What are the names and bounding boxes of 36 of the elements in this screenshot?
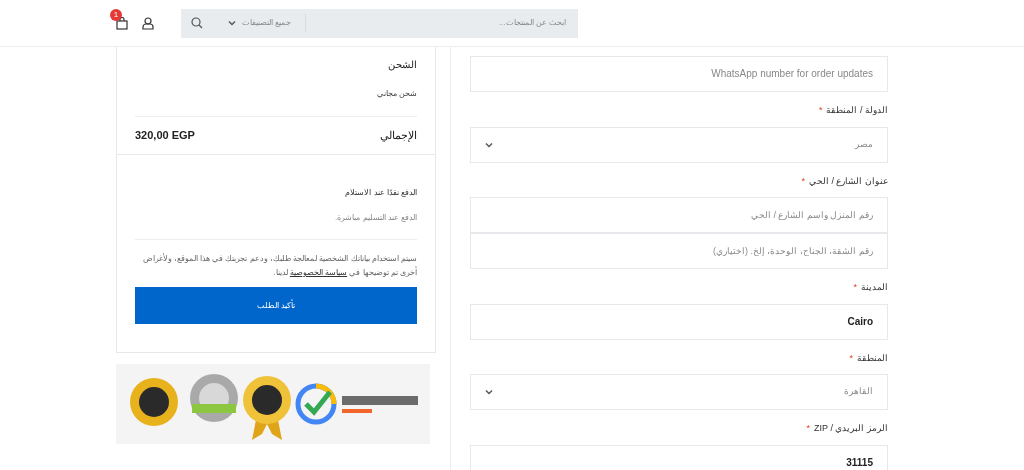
required-mark: * bbox=[806, 422, 810, 435]
select-field[interactable]: القاهرة bbox=[470, 374, 888, 410]
required-mark: * bbox=[818, 104, 823, 117]
place-order-button[interactable]: تأكيد الطلب bbox=[135, 287, 417, 324]
field-label: عنوان الشارع / الحي bbox=[809, 174, 888, 188]
search-icon[interactable] bbox=[191, 17, 203, 29]
user-icon[interactable] bbox=[142, 16, 154, 30]
chevron-down-icon bbox=[485, 141, 493, 148]
privacy-policy-link[interactable]: سياسة الخصوصية bbox=[289, 268, 348, 277]
chevron-down-icon bbox=[485, 389, 493, 395]
required-mark: * bbox=[853, 281, 857, 294]
cart-count-badge: 1 bbox=[110, 9, 122, 21]
search-placeholder: ابحث عن المنتجات... bbox=[498, 17, 566, 29]
required-mark: * bbox=[849, 351, 853, 365]
chevron-down-icon bbox=[228, 20, 236, 26]
field-label: الرمز البريدي / ZIP bbox=[813, 422, 888, 435]
field-label: المنطقة bbox=[857, 351, 888, 365]
field-label: الدولة / المنطقة bbox=[826, 104, 888, 117]
required-mark: * bbox=[801, 174, 805, 188]
total-label: الإجمالي bbox=[380, 128, 417, 144]
input-field[interactable]: رقم الشقة، الجناح، الوحدة، إلخ. (اختياري) bbox=[470, 233, 888, 269]
shipping-title: الشحن bbox=[387, 58, 417, 72]
input-field[interactable]: 31115 bbox=[470, 444, 888, 470]
input-field[interactable]: WhatsApp number for order updates bbox=[470, 56, 888, 92]
search-bar[interactable]: جميع التصنيفات ابحث عن المنتجات... bbox=[181, 8, 578, 38]
field-label: المدينة bbox=[861, 281, 888, 294]
category-dropdown[interactable]: جميع التصنيفات bbox=[228, 14, 307, 32]
payment-method: الدفع نقدًا عند الاستلام bbox=[344, 187, 417, 199]
input-field[interactable]: Cairo bbox=[470, 303, 888, 340]
shipping-value: شحن مجاني bbox=[375, 88, 417, 100]
select-field[interactable]: مصر bbox=[470, 126, 888, 163]
shopping-bag-icon[interactable] bbox=[116, 17, 128, 30]
payment-description: الدفع عند التسليم مباشرة. bbox=[135, 212, 417, 240]
total-value: 320,00 EGP bbox=[135, 128, 195, 144]
privacy-notice: سيتم استخدام بياناتك الشخصية لمعالجة طلبك، ودعم تجربتك في هذا الموقع، ولأغراض أخرى تم توضيحها في سياسة الخصوصية لدينا. bbox=[141, 252, 417, 279]
input-field[interactable]: رقم المنزل واسم الشارع / الحي bbox=[470, 197, 888, 233]
